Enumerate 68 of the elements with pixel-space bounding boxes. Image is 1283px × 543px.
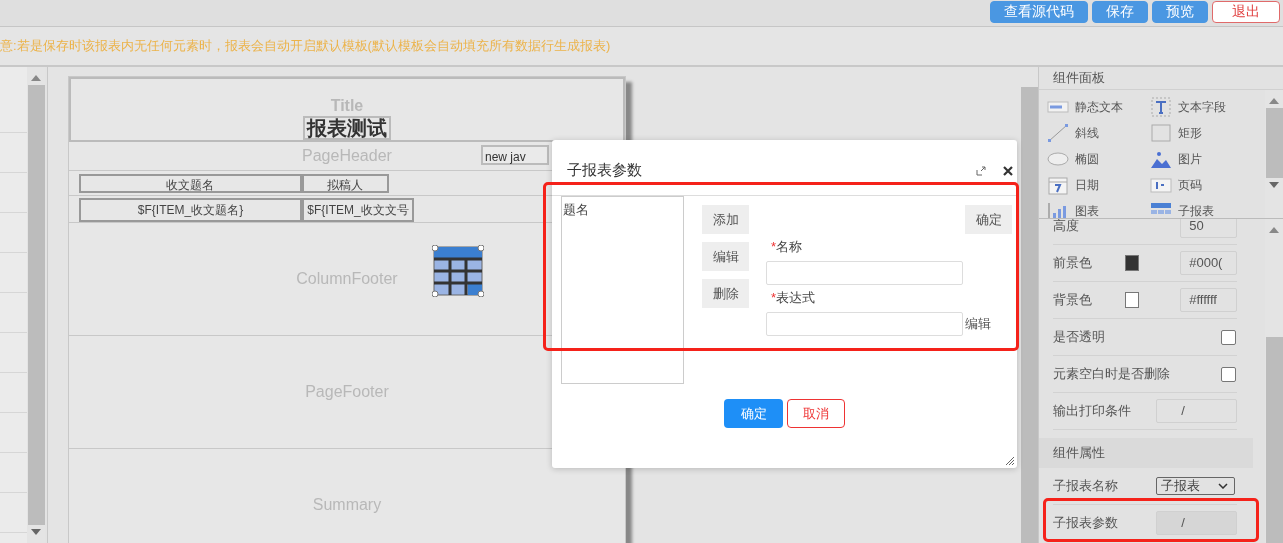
dialog-title: 子报表参数 xyxy=(567,161,642,180)
cancel-button[interactable]: 取消 xyxy=(787,399,845,428)
maximize-icon[interactable] xyxy=(976,166,986,176)
property-label: 子报表名称 xyxy=(1053,477,1119,495)
panel-title: 组件面板 xyxy=(1053,69,1106,87)
scroll-up-icon[interactable] xyxy=(31,75,41,81)
ellipse-icon xyxy=(1047,149,1070,169)
side-button[interactable]: 编辑 xyxy=(702,242,749,271)
scroll-down-icon[interactable] xyxy=(1269,182,1279,188)
close-icon[interactable] xyxy=(1003,166,1013,176)
side-button[interactable]: 删除 xyxy=(702,279,749,308)
palette-item[interactable]: 静态文本 xyxy=(1047,94,1151,120)
report-title[interactable]: 报表测试 xyxy=(302,116,391,140)
property-label: 前景色 xyxy=(1053,254,1093,272)
section-title: 组件属性 xyxy=(1053,444,1106,462)
palette-item[interactable]: 页码 xyxy=(1150,172,1254,198)
input-field[interactable] xyxy=(766,312,963,336)
input-field[interactable]: 50 xyxy=(1180,219,1238,238)
input-field[interactable]: #ffffff xyxy=(1180,288,1238,312)
toolbar-button[interactable]: 退出 xyxy=(1212,1,1280,23)
image-icon xyxy=(1150,149,1173,169)
edit-link[interactable]: 编辑 xyxy=(965,315,991,333)
input-field[interactable] xyxy=(766,261,963,285)
line-icon xyxy=(1047,123,1070,143)
property-label: 元素空白时是否删除 xyxy=(1053,365,1171,383)
text-field-icon xyxy=(1150,97,1173,117)
page-icon xyxy=(1150,175,1173,195)
palette-item[interactable]: 图片 xyxy=(1150,146,1254,172)
property-label: 子报表参数 xyxy=(1053,514,1119,532)
report-cell[interactable]: $F{ITEM_收文文号 xyxy=(301,197,414,222)
side-button[interactable]: 添加 xyxy=(702,205,749,234)
date-icon xyxy=(1047,175,1070,195)
field-label: *表达式 xyxy=(771,289,817,307)
color-swatch[interactable] xyxy=(1125,255,1140,271)
property-label: 背景色 xyxy=(1053,291,1093,309)
input-field[interactable]: / xyxy=(1156,399,1238,423)
subreport-element[interactable] xyxy=(431,245,484,297)
scroll-up-icon[interactable] xyxy=(1269,227,1279,233)
report-cell[interactable]: 收文题名 xyxy=(78,174,302,193)
palette-item[interactable]: 图表 xyxy=(1047,198,1151,218)
palette-item[interactable]: 斜线 xyxy=(1047,120,1151,146)
list-item[interactable]: 题名 xyxy=(562,197,683,223)
caret-icon xyxy=(1218,483,1229,489)
parameter-list[interactable]: 题名 xyxy=(561,196,684,384)
field-label: *名称 xyxy=(771,238,804,256)
select-field[interactable]: 子报表 xyxy=(1156,477,1236,495)
color-swatch[interactable] xyxy=(1125,292,1140,308)
resize-grip-icon[interactable] xyxy=(1005,456,1015,466)
apply-button[interactable]: 确定 xyxy=(965,205,1012,234)
scroll-up-icon[interactable] xyxy=(1269,98,1279,104)
checkbox[interactable] xyxy=(1221,329,1237,345)
palette-item[interactable]: 日期 xyxy=(1047,172,1151,198)
rect-icon xyxy=(1150,123,1173,143)
property-label: 高度 xyxy=(1053,219,1080,235)
property-label: 是否透明 xyxy=(1053,328,1106,346)
property-label: 输出打印条件 xyxy=(1053,402,1132,420)
palette-item[interactable]: 椭圆 xyxy=(1047,146,1151,172)
notice-text: 意:若是保存时该报表内无任何元素时，报表会自动开启默认模板(默认模板会自动填充所有数据行生成报表) xyxy=(0,37,611,55)
input-field[interactable]: #000( xyxy=(1180,251,1238,275)
palette-item[interactable]: 文本字段 xyxy=(1150,94,1254,120)
scroll-down-icon[interactable] xyxy=(31,529,41,535)
palette-item[interactable]: 子报表 xyxy=(1150,198,1254,218)
report-cell[interactable]: 拟稿人 xyxy=(301,174,389,193)
report-cell[interactable]: $F{ITEM_收文题名} xyxy=(78,197,302,222)
confirm-button[interactable]: 确定 xyxy=(724,399,783,428)
checkbox[interactable] xyxy=(1221,366,1237,382)
palette-item[interactable]: 矩形 xyxy=(1150,120,1254,146)
text-field-element[interactable]: new jav xyxy=(480,145,549,165)
